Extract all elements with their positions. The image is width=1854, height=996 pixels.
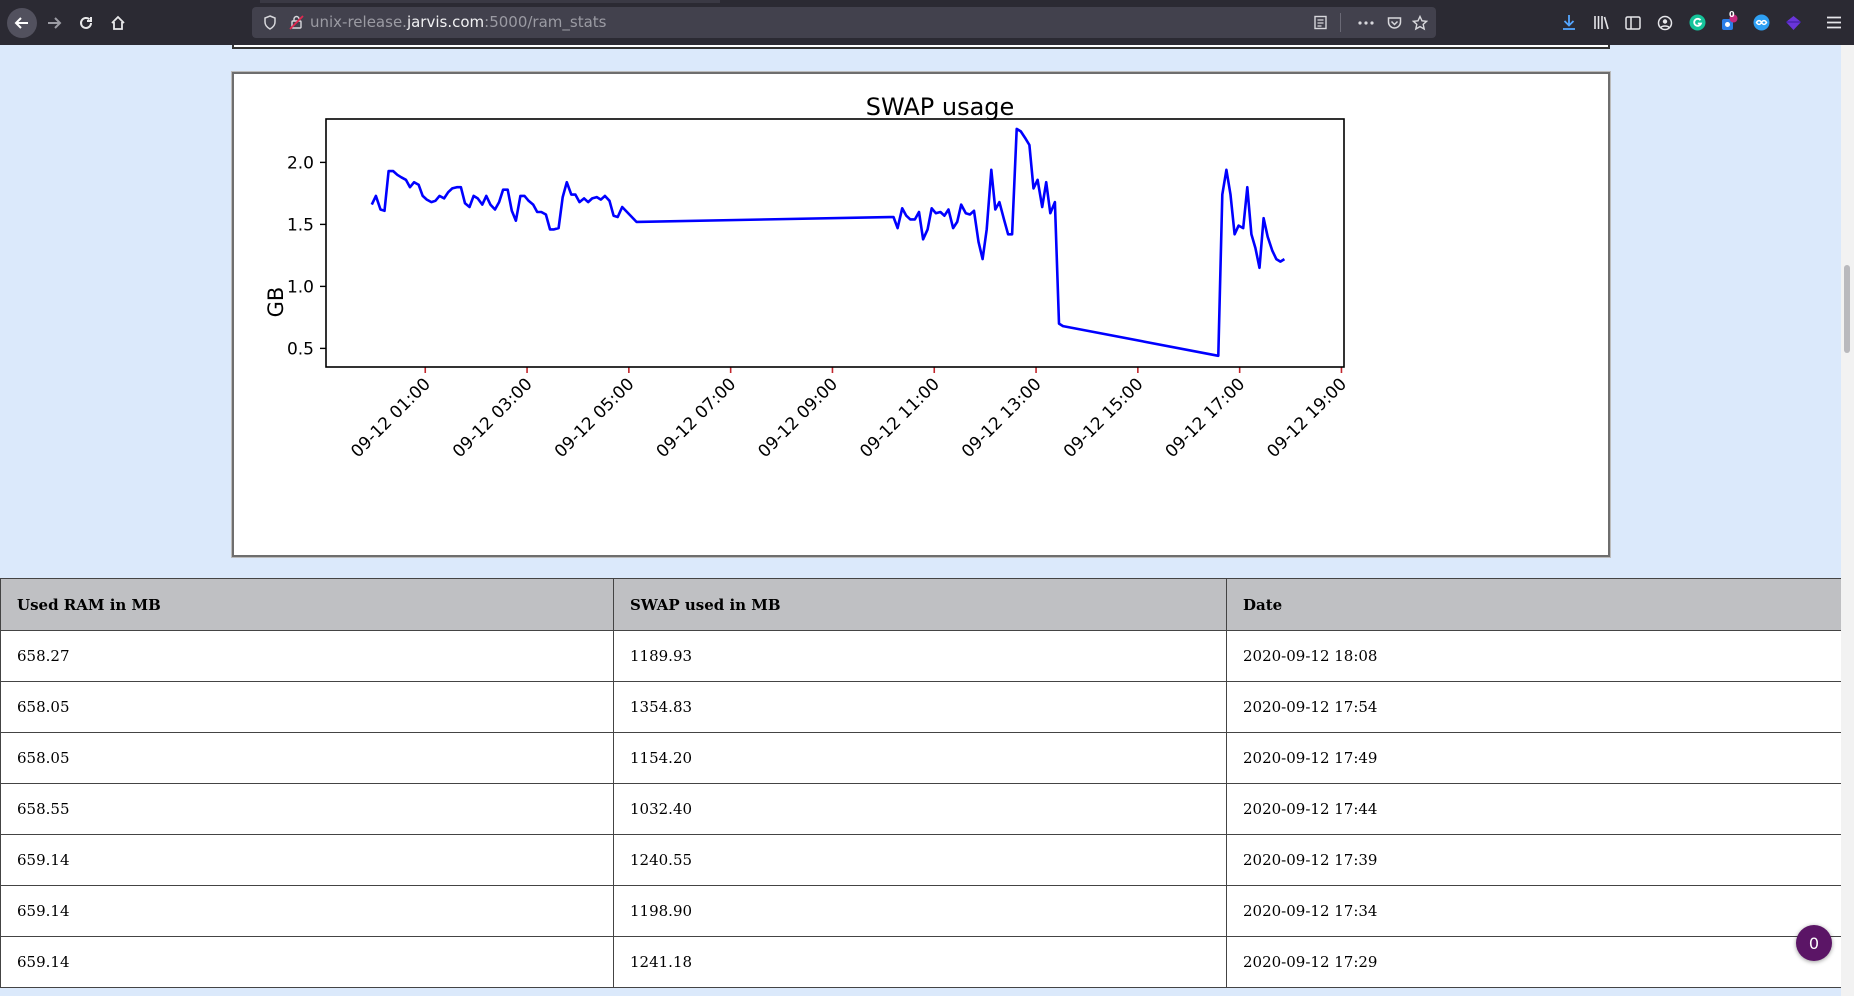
more-actions-icon[interactable] bbox=[1356, 7, 1376, 38]
chart-title: SWAP usage bbox=[866, 93, 1015, 121]
forward-arrow-icon bbox=[48, 16, 62, 29]
cell-date: 2020-09-12 17:49 bbox=[1226, 732, 1841, 784]
table-row: 658.05 1154.20 2020-09-12 17:49 bbox=[0, 732, 1841, 784]
previous-chart-frame bbox=[232, 45, 1610, 49]
x-tick-label: 09-12 15:00 bbox=[1060, 374, 1148, 462]
y-tick-label: 1.0 bbox=[287, 277, 314, 297]
x-tick-label: 09-12 13:00 bbox=[958, 374, 1046, 462]
cell-date: 2020-09-12 17:54 bbox=[1226, 681, 1841, 733]
back-button[interactable] bbox=[4, 0, 40, 45]
bookmark-star-icon[interactable] bbox=[1410, 7, 1430, 38]
stats-table-wrap: Used RAM in MB SWAP used in MB Date 658.… bbox=[0, 578, 1841, 988]
x-tick-label: 09-12 05:00 bbox=[551, 374, 639, 462]
table-header-row: Used RAM in MB SWAP used in MB Date bbox=[0, 578, 1841, 631]
table-row: 659.14 1240.55 2020-09-12 17:39 bbox=[0, 834, 1841, 886]
url-domain: jarvis.com bbox=[406, 13, 485, 31]
cell-used-ram: 659.14 bbox=[0, 936, 614, 988]
downloads-icon[interactable] bbox=[1558, 0, 1580, 45]
cell-swap-used: 1198.90 bbox=[613, 885, 1227, 937]
cell-swap-used: 1354.83 bbox=[613, 681, 1227, 733]
cell-date: 2020-09-12 17:44 bbox=[1226, 783, 1841, 835]
cell-used-ram: 659.14 bbox=[0, 834, 614, 886]
menu-hamburger-icon[interactable] bbox=[1822, 0, 1846, 45]
reader-view-icon[interactable] bbox=[1310, 7, 1330, 38]
notification-badge[interactable]: 0 bbox=[1796, 925, 1832, 961]
sidebar-icon[interactable] bbox=[1622, 0, 1644, 45]
cell-used-ram: 658.05 bbox=[0, 681, 614, 733]
x-tick-label: 09-12 03:00 bbox=[449, 374, 537, 462]
table-row: 659.14 1198.90 2020-09-12 17:34 bbox=[0, 885, 1841, 937]
cell-used-ram: 658.55 bbox=[0, 783, 614, 835]
header-swap-used: SWAP used in MB bbox=[613, 578, 1227, 631]
url-path: :5000/ram_stats bbox=[484, 13, 607, 31]
gem-extension-icon[interactable] bbox=[1782, 0, 1804, 45]
url-subdomain: unix-release. bbox=[310, 13, 407, 31]
table-row: 658.55 1032.40 2020-09-12 17:44 bbox=[0, 783, 1841, 835]
tab-strip-edge bbox=[260, 0, 720, 3]
y-axis-label: GB bbox=[264, 287, 288, 318]
cell-date: 2020-09-12 17:39 bbox=[1226, 834, 1841, 886]
x-tick-label: 09-12 17:00 bbox=[1162, 374, 1250, 462]
infinity-extension-icon[interactable] bbox=[1750, 0, 1772, 45]
table-row: 658.27 1189.93 2020-09-12 18:08 bbox=[0, 630, 1841, 682]
ram-stats-table: Used RAM in MB SWAP used in MB Date 658.… bbox=[0, 578, 1841, 988]
header-date: Date bbox=[1226, 578, 1841, 631]
account-icon[interactable] bbox=[1654, 0, 1676, 45]
cell-used-ram: 658.05 bbox=[0, 732, 614, 784]
plot-area-border bbox=[325, 118, 1345, 368]
scrollbar-thumb[interactable] bbox=[1844, 265, 1850, 353]
x-tick-label: 09-12 11:00 bbox=[856, 374, 944, 462]
reload-button[interactable] bbox=[74, 0, 98, 45]
swap-usage-chart: SWAP usage GB 0.51.01.52.009-12 01:00 09-… bbox=[264, 93, 1351, 462]
library-icon[interactable] bbox=[1590, 0, 1612, 45]
home-button[interactable] bbox=[106, 0, 130, 45]
header-used-ram: Used RAM in MB bbox=[0, 578, 614, 631]
cell-swap-used: 1240.55 bbox=[613, 834, 1227, 886]
cell-swap-used: 1154.20 bbox=[613, 732, 1227, 784]
url-separator bbox=[1340, 13, 1341, 32]
insecure-lock-icon[interactable] bbox=[286, 7, 306, 38]
back-arrow-icon bbox=[7, 7, 37, 38]
url-text[interactable]: unix-release.jarvis.com:5000/ram_stats bbox=[310, 7, 606, 38]
extension-badge: 0 bbox=[1729, 10, 1735, 19]
address-bar[interactable]: unix-release.jarvis.com:5000/ram_stats bbox=[252, 7, 1436, 38]
cell-swap-used: 1241.18 bbox=[613, 936, 1227, 988]
shield-icon[interactable] bbox=[260, 7, 280, 38]
forward-button[interactable] bbox=[42, 0, 66, 45]
cell-used-ram: 658.27 bbox=[0, 630, 614, 682]
x-tick-label: 09-12 09:00 bbox=[754, 374, 842, 462]
cell-used-ram: 659.14 bbox=[0, 885, 614, 937]
page-content: SWAP usage GB 0.5 1.0 1.5 2.0 09-12 01:00 09-… bbox=[0, 45, 1841, 996]
table-row: 659.14 1241.18 2020-09-12 17:29 bbox=[0, 936, 1841, 988]
cell-date: 2020-09-12 18:08 bbox=[1226, 630, 1841, 682]
cell-date: 2020-09-12 17:34 bbox=[1226, 885, 1841, 937]
grammarly-extension-icon[interactable] bbox=[1686, 0, 1708, 45]
table-row: 658.05 1354.83 2020-09-12 17:54 bbox=[0, 681, 1841, 733]
page-scrollbar[interactable] bbox=[1841, 45, 1854, 996]
reload-icon bbox=[80, 16, 92, 29]
pocket-icon[interactable] bbox=[1384, 7, 1404, 38]
x-tick-label: 09-12 01:00 bbox=[347, 374, 435, 462]
y-tick-label: 0.5 bbox=[287, 339, 314, 359]
cell-date: 2020-09-12 17:29 bbox=[1226, 936, 1841, 988]
cell-swap-used: 1189.93 bbox=[613, 630, 1227, 682]
x-tick-label: 09-12 19:00 bbox=[1263, 374, 1351, 462]
home-icon bbox=[111, 15, 125, 30]
swap-series-line bbox=[370, 127, 1286, 358]
swap-chart-frame: SWAP usage GB 0.5 1.0 1.5 2.0 09-12 01:00 09-… bbox=[232, 72, 1610, 557]
extension-icon[interactable]: 0 bbox=[1718, 0, 1740, 45]
browser-toolbar: unix-release.jarvis.com:5000/ram_stats 0 bbox=[0, 0, 1854, 45]
x-tick-label: 09-12 07:00 bbox=[653, 374, 741, 462]
cell-swap-used: 1032.40 bbox=[613, 783, 1227, 835]
y-tick-label: 2.0 bbox=[287, 153, 314, 173]
y-tick-label: 1.5 bbox=[287, 215, 314, 235]
